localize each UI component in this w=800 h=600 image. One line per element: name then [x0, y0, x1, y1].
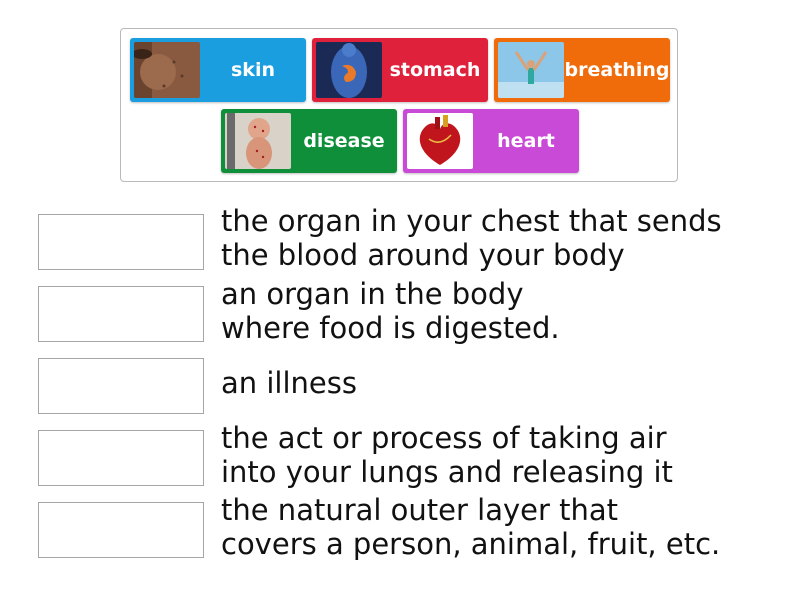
answer-slot-5[interactable]	[38, 502, 204, 558]
breathing-person-photo-icon	[498, 42, 564, 98]
definition-line: the natural outer layer that	[221, 493, 619, 527]
sick-child-photo-icon	[225, 113, 291, 169]
card-tray: skin stomach breathing disease heart	[120, 28, 678, 182]
card-label: breathing	[564, 59, 670, 81]
card-skin[interactable]: skin	[130, 38, 306, 102]
definition-line: an illness	[221, 366, 357, 400]
answer-slot-4[interactable]	[38, 430, 204, 486]
definition-line: an organ in the body	[221, 277, 524, 311]
card-breathing[interactable]: breathing	[494, 38, 670, 102]
definition-line: the organ in your chest that sends	[221, 204, 722, 238]
card-stomach[interactable]: stomach	[312, 38, 488, 102]
definition-line: where food is digested.	[221, 311, 560, 345]
definition-line: the blood around your body	[221, 238, 625, 272]
card-label: heart	[497, 130, 555, 152]
card-label: stomach	[389, 59, 481, 81]
definition-4: the act or process of taking air into yo…	[221, 421, 781, 489]
definition-line: the act or process of taking air	[221, 421, 667, 455]
definition-line: into your lungs and releasing it	[221, 455, 673, 489]
definition-1: the organ in your chest that sends the b…	[221, 204, 781, 272]
definition-3: an illness	[221, 366, 781, 400]
definition-5: the natural outer layer that covers a pe…	[221, 493, 781, 561]
answer-slot-1[interactable]	[38, 214, 204, 270]
definition-2: an organ in the body where food is diges…	[221, 277, 781, 345]
skin-closeup-photo-icon	[134, 42, 200, 98]
card-disease[interactable]: disease	[221, 109, 397, 173]
heart-anatomy-photo-icon	[407, 113, 473, 169]
answer-slot-2[interactable]	[38, 286, 204, 342]
stomach-anatomy-photo-icon	[316, 42, 382, 98]
card-label: disease	[303, 130, 385, 152]
card-label: skin	[231, 59, 275, 81]
definition-line: covers a person, animal, fruit, etc.	[221, 527, 721, 561]
card-heart[interactable]: heart	[403, 109, 579, 173]
answer-slot-3[interactable]	[38, 358, 204, 414]
